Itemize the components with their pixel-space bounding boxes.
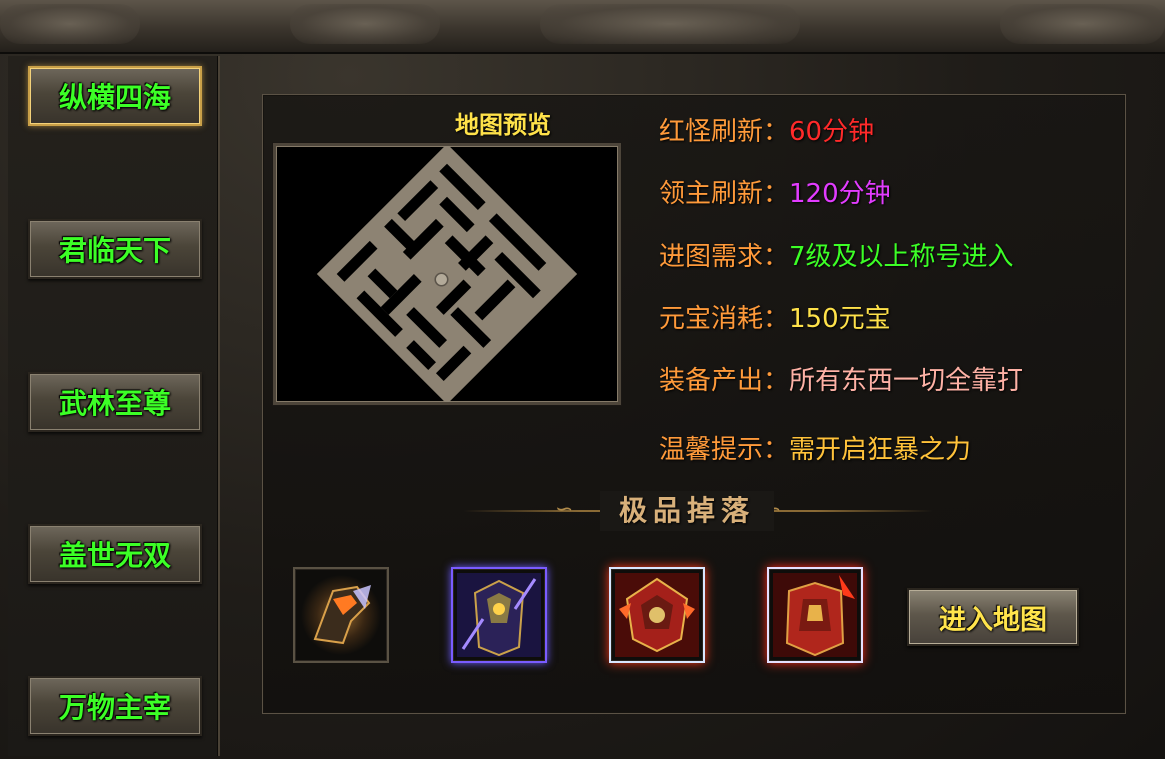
sidebar-item-label: 万物主宰 bbox=[58, 691, 171, 724]
sidebar-item-map-5[interactable]: 万物主宰 bbox=[28, 676, 202, 736]
drop-item-slot[interactable] bbox=[451, 567, 547, 663]
carved-top-border bbox=[0, 0, 1165, 54]
red-armor-item-icon bbox=[773, 573, 857, 657]
info-label: 红怪刷新： bbox=[659, 117, 790, 147]
maze-map-icon bbox=[316, 146, 578, 402]
info-row-tip: 温馨提示：需开启狂暴之力 bbox=[659, 429, 971, 466]
sidebar-item-map-1[interactable]: 纵横四海 bbox=[28, 66, 202, 126]
purple-armor-item-icon bbox=[457, 573, 541, 657]
info-label: 装备产出： bbox=[659, 366, 790, 396]
sidebar-item-label: 纵横四海 bbox=[58, 81, 171, 114]
info-row-red-monster-refresh: 红怪刷新：60分钟 bbox=[659, 111, 874, 148]
red-helmet-item-icon bbox=[615, 573, 699, 657]
info-value: 需开启狂暴之力 bbox=[789, 435, 972, 465]
info-label: 进图需求： bbox=[659, 242, 790, 272]
info-label: 领主刷新： bbox=[659, 179, 790, 209]
sidebar-item-map-2[interactable]: 君临天下 bbox=[28, 219, 202, 279]
drop-item-slot[interactable] bbox=[767, 567, 863, 663]
info-row-equipment-drop: 装备产出：所有东西一切全靠打 bbox=[659, 360, 1023, 397]
map-detail-panel: 地图预览 红怪刷新：60分钟 领主刷新：120分钟 进图需求：7级及以上称号进入… bbox=[262, 94, 1126, 714]
info-label: 元宝消耗： bbox=[659, 304, 790, 334]
enter-map-button[interactable]: 进入地图 bbox=[907, 588, 1079, 646]
sidebar-item-map-3[interactable]: 武林至尊 bbox=[28, 372, 202, 432]
info-value: 所有东西一切全靠打 bbox=[789, 366, 1024, 396]
info-value: 7级及以上称号进入 bbox=[789, 242, 1014, 272]
info-value: 150元宝 bbox=[789, 304, 891, 334]
info-value: 120分钟 bbox=[789, 179, 891, 209]
info-row-boss-refresh: 领主刷新：120分钟 bbox=[659, 173, 891, 210]
drop-item-slot[interactable] bbox=[293, 567, 389, 663]
game-window: 纵横四海 君临天下 武林至尊 盖世无双 万物主宰 地图预览 红怪刷新：60分钟 … bbox=[0, 0, 1165, 759]
info-row-ingot-cost: 元宝消耗：150元宝 bbox=[659, 298, 891, 335]
info-value: 60分钟 bbox=[789, 117, 875, 147]
sidebar-item-label: 盖世无双 bbox=[58, 539, 171, 572]
premium-drops-title: 极品掉落 bbox=[600, 491, 774, 531]
drop-item-slot[interactable] bbox=[609, 567, 705, 663]
enter-map-label: 进入地图 bbox=[939, 604, 1047, 636]
map-preview-title: 地图预览 bbox=[455, 111, 551, 139]
info-row-entry-requirement: 进图需求：7级及以上称号进入 bbox=[659, 236, 1014, 273]
swirl-ornament-icon: ∽ bbox=[555, 497, 574, 522]
map-sidebar: 纵横四海 君临天下 武林至尊 盖世无双 万物主宰 bbox=[8, 56, 220, 756]
info-label: 温馨提示： bbox=[659, 435, 790, 465]
sidebar-item-label: 武林至尊 bbox=[58, 387, 171, 420]
map-preview-image bbox=[273, 143, 621, 405]
sidebar-item-label: 君临天下 bbox=[58, 234, 171, 267]
glove-item-icon bbox=[301, 575, 381, 655]
sidebar-item-map-4[interactable]: 盖世无双 bbox=[28, 524, 202, 584]
